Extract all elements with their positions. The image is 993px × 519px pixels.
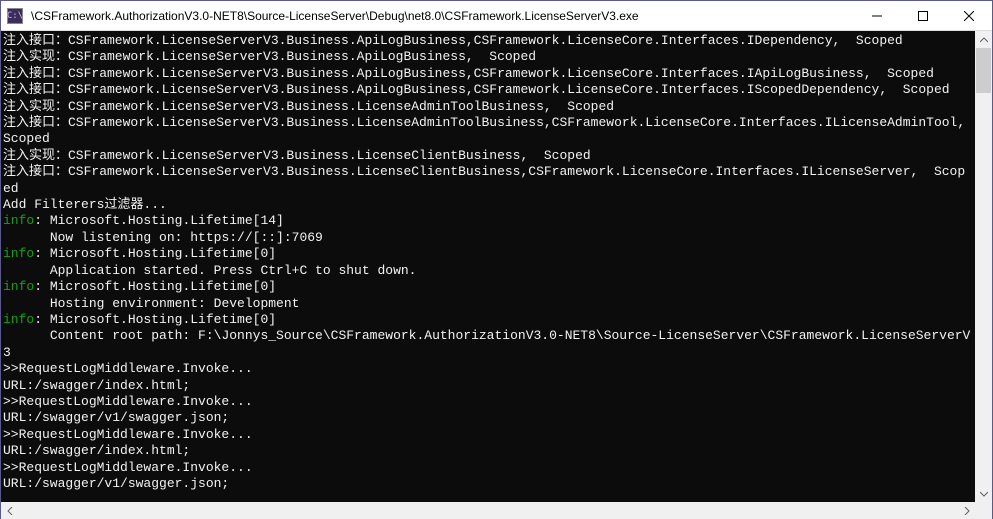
chevron-down-icon [980, 490, 988, 498]
console-line: URL:/swagger/index.html; [3, 378, 971, 394]
scroll-down-arrow[interactable] [975, 485, 992, 502]
console-output[interactable]: 注入接口：CSFramework.LicenseServerV3.Busines… [1, 31, 975, 519]
console-line: >>RequestLogMiddleware.Invoke... [3, 460, 971, 476]
chevron-left-icon [6, 507, 14, 515]
console-line: 注入实现：CSFramework.LicenseServerV3.Busines… [3, 49, 971, 65]
log-text: 注入接口：CSFramework.LicenseServerV3.Busines… [3, 66, 934, 81]
minimize-icon [872, 11, 882, 21]
scroll-left-arrow[interactable] [1, 502, 18, 519]
log-level-info: info [3, 246, 34, 261]
log-text: 注入接口：CSFramework.LicenseServerV3.Busines… [3, 164, 965, 195]
chevron-up-icon [980, 36, 988, 44]
window-titlebar[interactable]: C:\ \CSFramework.AuthorizationV3.0-NET8\… [1, 1, 992, 31]
log-text: URL:/swagger/index.html; [3, 443, 190, 458]
minimize-button[interactable] [854, 1, 900, 31]
console-line: URL:/swagger/v1/swagger.json; [3, 476, 971, 492]
log-text: : Microsoft.Hosting.Lifetime[0] [34, 246, 276, 261]
close-icon [964, 11, 974, 21]
log-text: 注入实现：CSFramework.LicenseServerV3.Busines… [3, 148, 591, 163]
console-area: 注入接口：CSFramework.LicenseServerV3.Busines… [1, 31, 992, 519]
console-line: >>RequestLogMiddleware.Invoke... [3, 361, 971, 377]
scroll-right-arrow[interactable] [958, 502, 975, 519]
scrollbar-corner [975, 502, 992, 519]
log-text: >>RequestLogMiddleware.Invoke... [3, 427, 253, 442]
console-line: Content root path: F:\Jonnys_Source\CSFr… [3, 328, 971, 361]
vertical-scrollbar[interactable] [975, 31, 992, 519]
console-line: Now listening on: https://[::]:7069 [3, 230, 971, 246]
console-line: 注入接口：CSFramework.LicenseServerV3.Busines… [3, 33, 971, 49]
console-line: >>RequestLogMiddleware.Invoke... [3, 394, 971, 410]
console-line: info: Microsoft.Hosting.Lifetime[0] [3, 279, 971, 295]
console-line: >>RequestLogMiddleware.Invoke... [3, 427, 971, 443]
maximize-button[interactable] [900, 1, 946, 31]
console-line: 注入接口：CSFramework.LicenseServerV3.Busines… [3, 164, 971, 197]
log-text: : Microsoft.Hosting.Lifetime[14] [34, 213, 284, 228]
log-text: Now listening on: https://[::]:7069 [3, 230, 323, 245]
console-line: Application started. Press Ctrl+C to shu… [3, 263, 971, 279]
console-line: 注入接口：CSFramework.LicenseServerV3.Busines… [3, 115, 971, 148]
log-text: 注入实现：CSFramework.LicenseServerV3.Busines… [3, 49, 536, 64]
log-level-info: info [3, 279, 34, 294]
chevron-right-icon [963, 507, 971, 515]
console-line: Add Filterers过滤器... [3, 197, 971, 213]
log-text: 注入接口：CSFramework.LicenseServerV3.Busines… [3, 115, 975, 146]
console-line: info: Microsoft.Hosting.Lifetime[0] [3, 246, 971, 262]
console-line: 注入接口：CSFramework.LicenseServerV3.Busines… [3, 82, 971, 98]
log-text: Add Filterers过滤器... [3, 197, 167, 212]
log-text: URL:/swagger/v1/swagger.json; [3, 476, 229, 491]
log-text: Content root path: F:\Jonnys_Source\CSFr… [3, 328, 970, 359]
console-line: 注入实现：CSFramework.LicenseServerV3.Busines… [3, 148, 971, 164]
horizontal-scrollbar[interactable] [1, 502, 992, 519]
close-button[interactable] [946, 1, 992, 31]
console-line: info: Microsoft.Hosting.Lifetime[14] [3, 213, 971, 229]
log-text: >>RequestLogMiddleware.Invoke... [3, 361, 253, 376]
log-level-info: info [3, 312, 34, 327]
console-line: 注入接口：CSFramework.LicenseServerV3.Busines… [3, 66, 971, 82]
log-text: >>RequestLogMiddleware.Invoke... [3, 460, 253, 475]
window-title: \CSFramework.AuthorizationV3.0-NET8\Sour… [29, 9, 854, 23]
log-text: >>RequestLogMiddleware.Invoke... [3, 394, 253, 409]
console-line: URL:/swagger/v1/swagger.json; [3, 410, 971, 426]
maximize-icon [918, 11, 928, 21]
console-line: URL:/swagger/index.html; [3, 443, 971, 459]
console-line: Hosting environment: Development [3, 296, 971, 312]
log-text: URL:/swagger/v1/swagger.json; [3, 410, 229, 425]
title-path: \CSFramework.AuthorizationV3.0-NET8\Sour… [31, 9, 639, 23]
log-text: 注入接口：CSFramework.LicenseServerV3.Busines… [3, 82, 950, 97]
console-line: 注入实现：CSFramework.LicenseServerV3.Busines… [3, 99, 971, 115]
console-line: info: Microsoft.Hosting.Lifetime[0] [3, 312, 971, 328]
log-level-info: info [3, 213, 34, 228]
log-text: : Microsoft.Hosting.Lifetime[0] [34, 312, 276, 327]
log-text: Application started. Press Ctrl+C to shu… [3, 263, 416, 278]
log-text: 注入接口：CSFramework.LicenseServerV3.Busines… [3, 33, 903, 48]
scrollbar-thumb[interactable] [976, 48, 991, 93]
app-icon: C:\ [7, 8, 23, 24]
scroll-up-arrow[interactable] [975, 31, 992, 48]
log-text: URL:/swagger/index.html; [3, 378, 190, 393]
log-text: Hosting environment: Development [3, 296, 299, 311]
log-text: : Microsoft.Hosting.Lifetime[0] [34, 279, 276, 294]
log-text: 注入实现：CSFramework.LicenseServerV3.Busines… [3, 99, 614, 114]
